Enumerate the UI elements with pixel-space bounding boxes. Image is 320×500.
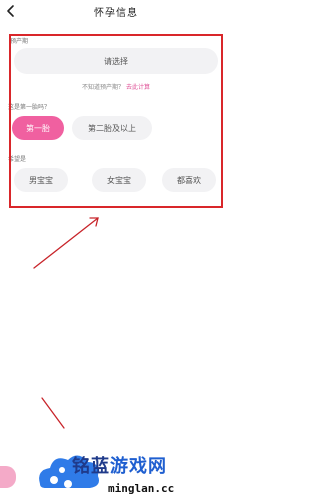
floating-tab[interactable] xyxy=(0,466,16,488)
page-title: 怀孕信息 xyxy=(94,8,138,19)
watermark-brand-1: 铭蓝 xyxy=(72,456,110,477)
highlight-box xyxy=(9,34,223,208)
header: 怀孕信息 xyxy=(0,0,232,26)
watermark-brand: 铭蓝游戏网 xyxy=(72,452,167,478)
watermark-brand-2: 游戏网 xyxy=(110,456,167,477)
watermark-url: minglan.cc xyxy=(108,482,175,495)
arrow-head-1 xyxy=(89,217,99,227)
arrow-line-2 xyxy=(41,397,65,429)
arrow-line-1 xyxy=(33,217,99,269)
